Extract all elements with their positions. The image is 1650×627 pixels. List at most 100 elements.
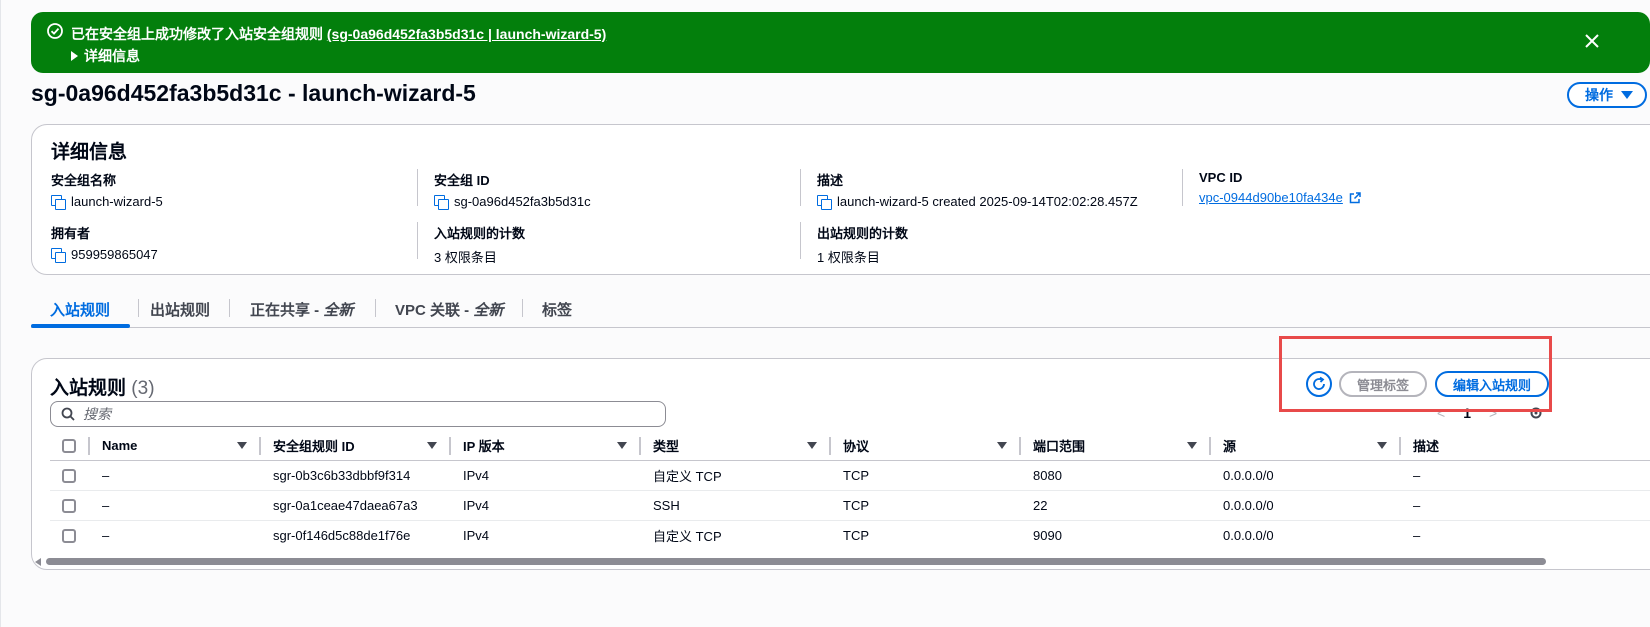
owner-field: 拥有者 959959865047 <box>51 223 158 263</box>
sort-icon <box>997 442 1007 449</box>
cell-description: – <box>1413 527 1421 543</box>
cell-protocol: TCP <box>831 460 1021 491</box>
sort-icon <box>1187 442 1197 449</box>
column-header[interactable]: 端口范围 <box>1021 431 1211 461</box>
rules-count: (3) <box>131 378 155 399</box>
sg-id-value: sg-0a96d452fa3b5d31c <box>454 194 591 209</box>
cell-description: – <box>1401 490 1650 521</box>
flash-details-label: 详细信息 <box>84 48 140 64</box>
active-tab-indicator <box>31 324 130 328</box>
horizontal-scrollbar[interactable] <box>32 555 1650 569</box>
tab-outbound-rules[interactable]: 出站规则 <box>150 299 210 320</box>
details-panel: 详细信息 安全组名称 launch-wizard-5 安全组 ID sg-0a9… <box>31 124 1650 275</box>
tab-sharing[interactable]: 正在共享 - 全新 <box>250 299 353 320</box>
current-page[interactable]: 1 <box>1463 405 1471 421</box>
inbound-count-field: 入站规则的计数 3 权限条目 <box>434 223 525 266</box>
sort-icon <box>807 442 817 449</box>
divider <box>417 169 418 206</box>
cell-name: – <box>90 460 261 491</box>
scrollbar-thumb[interactable] <box>46 558 1546 565</box>
flash-sg-link[interactable]: (sg-0a96d452fa3b5d31c | launch-wizard-5) <box>327 26 606 42</box>
sg-name-field: 安全组名称 launch-wizard-5 <box>51 170 163 210</box>
table-row[interactable]: – sgr-0f146d5c88de1f76e IPv4 自定义 TCP TCP… <box>50 520 1650 550</box>
actions-label: 操作 <box>1585 87 1613 103</box>
copy-icon[interactable] <box>817 194 832 210</box>
cell-type: SSH <box>641 490 831 521</box>
tab-tags[interactable]: 标签 <box>542 299 572 320</box>
next-page-icon[interactable]: > <box>1489 405 1497 421</box>
column-header[interactable]: 安全组规则 ID <box>261 431 451 461</box>
tab-inbound-rules[interactable]: 入站规则 <box>50 299 110 320</box>
refresh-button[interactable] <box>1306 371 1332 397</box>
outbound-count-field: 出站规则的计数 1 权限条目 <box>817 223 908 266</box>
description-value: launch-wizard-5 created 2025-09-14T02:02… <box>837 194 1138 209</box>
column-header[interactable]: Name <box>90 431 261 461</box>
sg-id-label: 安全组 ID <box>434 173 490 188</box>
search-placeholder: 搜索 <box>83 406 111 422</box>
cell-ip-version: IPv4 <box>451 490 641 521</box>
tab-divider <box>229 299 230 317</box>
manage-tags-button[interactable]: 管理标签 <box>1339 371 1427 397</box>
column-header[interactable]: 类型 <box>641 431 831 461</box>
table-row[interactable]: – sgr-0a1ceae47daea67a3 IPv4 SSH TCP 22 … <box>50 490 1650 521</box>
close-icon[interactable] <box>1582 31 1602 51</box>
caret-down-icon <box>1621 91 1633 99</box>
pagination: < 1 > <box>1437 405 1497 421</box>
divider <box>1182 169 1183 206</box>
column-header[interactable]: 协议 <box>831 431 1021 461</box>
sg-id-field: 安全组 ID sg-0a96d452fa3b5d31c <box>434 170 591 210</box>
actions-dropdown-button[interactable]: 操作 <box>1567 82 1647 108</box>
cell-name: – <box>102 527 110 543</box>
copy-icon[interactable] <box>51 194 66 210</box>
tab-bar: 入站规则 出站规则 正在共享 - 全新 VPC 关联 - 全新 标签 <box>31 295 1650 328</box>
row-checkbox[interactable] <box>62 498 76 513</box>
refresh-icon <box>1313 376 1325 390</box>
search-input[interactable]: 搜索 <box>50 401 666 427</box>
tab-divider <box>522 299 523 317</box>
copy-icon[interactable] <box>51 247 66 263</box>
edit-inbound-rules-button[interactable]: 编辑入站规则 <box>1435 371 1549 397</box>
prev-page-icon[interactable]: < <box>1437 405 1445 421</box>
inbound-rules-heading: 入站规则 (3) <box>50 378 155 399</box>
row-checkbox[interactable] <box>62 468 76 483</box>
inbound-count-value: 3 权限条目 <box>434 250 497 265</box>
column-header[interactable]: 描述 <box>1401 431 1650 461</box>
cell-source: 0.0.0.0/0 <box>1223 527 1274 543</box>
flash-details-toggle[interactable]: 详细信息 <box>71 46 140 66</box>
search-icon <box>61 407 75 421</box>
cell-source: 0.0.0.0/0 <box>1211 460 1401 491</box>
outbound-count-label: 出站规则的计数 <box>817 226 909 241</box>
cell-port-range: 9090 <box>1033 527 1062 543</box>
cell-rule-id: sgr-0a1ceae47daea67a3 <box>261 490 451 521</box>
cell-port-range: 22 <box>1021 490 1211 521</box>
row-checkbox[interactable] <box>62 529 76 544</box>
divider <box>800 222 801 259</box>
cell-rule-id: sgr-0b3c6b33dbbf9f314 <box>261 460 451 491</box>
column-header[interactable]: IP 版本 <box>451 431 641 461</box>
inbound-count-label: 入站规则的计数 <box>434 226 526 241</box>
vpc-id-link[interactable]: vpc-0944d90be10fa434e <box>1199 190 1343 205</box>
cell-description: – <box>1401 460 1650 491</box>
cell-protocol: TCP <box>843 527 869 543</box>
owner-label: 拥有者 <box>51 226 91 241</box>
divider <box>417 222 418 259</box>
owner-value: 959959865047 <box>71 247 158 262</box>
details-heading: 详细信息 <box>51 142 128 163</box>
copy-icon[interactable] <box>434 194 449 210</box>
column-header[interactable]: 源 <box>1211 431 1401 461</box>
cell-name: – <box>90 490 261 521</box>
table-header-row: Name 安全组规则 ID IP 版本 类型 协议 端口范围 源 描述 <box>50 431 1650 461</box>
cell-type: 自定义 TCP <box>641 460 831 491</box>
vpc-id-label: VPC ID <box>1199 170 1243 185</box>
cell-source: 0.0.0.0/0 <box>1211 490 1401 521</box>
table-row[interactable]: – sgr-0b3c6b33dbbf9f314 IPv4 自定义 TCP TCP… <box>50 460 1650 491</box>
external-link-icon <box>1349 191 1361 203</box>
cell-port-range: 8080 <box>1021 460 1211 491</box>
flash-message-text: 已在安全组上成功修改了入站安全组规则 <box>71 26 323 42</box>
tab-vpc-associations[interactable]: VPC 关联 - 全新 <box>395 299 503 320</box>
select-all-checkbox[interactable] <box>62 439 76 454</box>
sg-name-value: launch-wizard-5 <box>71 194 163 209</box>
scroll-left-icon[interactable] <box>35 558 41 566</box>
gear-icon[interactable] <box>1528 405 1544 421</box>
sort-icon <box>1377 442 1387 449</box>
